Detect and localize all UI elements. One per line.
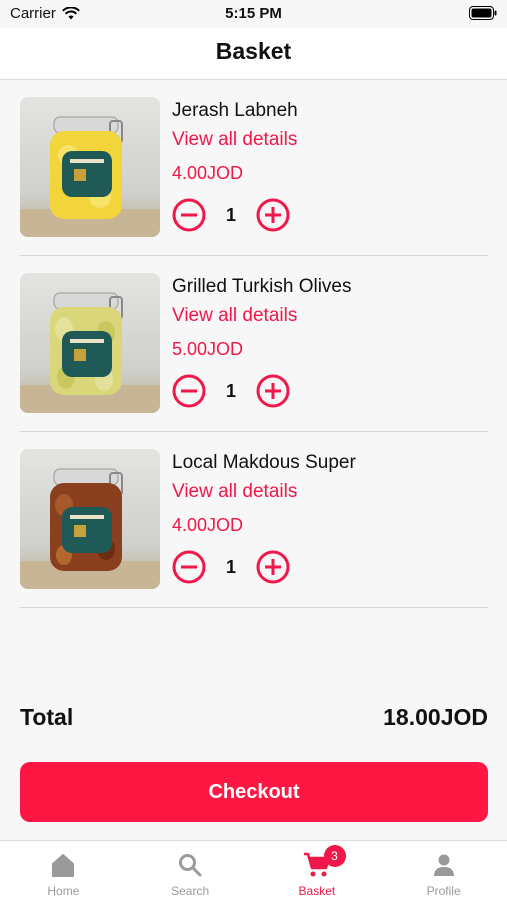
- checkout-label: Checkout: [208, 780, 300, 803]
- tab-basket[interactable]: 3 Basket: [254, 841, 381, 900]
- basket-item: Local Makdous Super View all details 4.0…: [20, 432, 488, 608]
- basket-item: Jerash Labneh View all details 4.00JOD 1: [20, 80, 488, 256]
- minus-circle-icon: [172, 198, 206, 232]
- decrease-quantity-button[interactable]: [172, 198, 206, 232]
- quantity-stepper: 1: [172, 550, 290, 584]
- view-details-link[interactable]: View all details: [172, 481, 297, 503]
- battery-icon: [469, 6, 497, 24]
- tab-label: Search: [171, 884, 210, 898]
- quantity-value: 1: [225, 204, 236, 225]
- decrease-quantity-button[interactable]: [172, 550, 206, 584]
- increase-quantity-button[interactable]: [256, 198, 290, 232]
- status-time: 5:15 PM: [225, 5, 282, 22]
- product-name: Local Makdous Super: [172, 452, 356, 473]
- home-icon: [52, 854, 75, 877]
- tab-search[interactable]: Search: [127, 841, 254, 900]
- minus-circle-icon: [172, 550, 206, 584]
- decrease-quantity-button[interactable]: [172, 374, 206, 408]
- quantity-value: 1: [225, 380, 236, 401]
- plus-circle-icon: [256, 550, 290, 584]
- quantity-value: 1: [225, 556, 236, 577]
- total-row: Total 18.00JOD: [20, 704, 488, 731]
- product-price: 4.00JOD: [172, 515, 244, 535]
- search-icon: [179, 854, 202, 877]
- view-details-link[interactable]: View all details: [172, 305, 297, 327]
- tab-home[interactable]: Home: [0, 841, 127, 900]
- minus-circle-icon: [172, 374, 206, 408]
- total-label: Total: [20, 704, 74, 730]
- increase-quantity-button[interactable]: [256, 374, 290, 408]
- view-details-link[interactable]: View all details: [172, 129, 297, 151]
- profile-icon: [433, 854, 454, 876]
- quantity-stepper: 1: [172, 374, 290, 408]
- tab-label: Basket: [298, 884, 336, 898]
- product-name: Jerash Labneh: [172, 100, 298, 121]
- product-image[interactable]: [20, 97, 160, 237]
- product-price: 4.00JOD: [172, 163, 244, 183]
- plus-circle-icon: [256, 374, 290, 408]
- tab-profile[interactable]: Profile: [380, 841, 507, 900]
- tab-label: Profile: [426, 884, 461, 898]
- basket-list: Jerash Labneh View all details 4.00JOD 1: [20, 80, 488, 608]
- page-title: Basket: [215, 38, 292, 64]
- checkout-button[interactable]: Checkout: [20, 762, 488, 822]
- plus-circle-icon: [256, 198, 290, 232]
- increase-quantity-button[interactable]: [256, 550, 290, 584]
- product-price: 5.00JOD: [172, 339, 244, 359]
- status-bar: Carrier 5:15 PM: [0, 0, 507, 28]
- product-image[interactable]: [20, 449, 160, 589]
- header: Basket: [0, 28, 507, 80]
- cart-count-badge: 3: [323, 845, 346, 867]
- tab-label: Home: [47, 884, 80, 898]
- product-name: Grilled Turkish Olives: [172, 276, 352, 297]
- basket-item: Grilled Turkish Olives View all details …: [20, 256, 488, 432]
- quantity-stepper: 1: [172, 198, 290, 232]
- product-image[interactable]: [20, 273, 160, 413]
- tab-bar: Home Search 3 Basket Profile: [0, 840, 507, 900]
- total-value: 18.00JOD: [383, 704, 488, 730]
